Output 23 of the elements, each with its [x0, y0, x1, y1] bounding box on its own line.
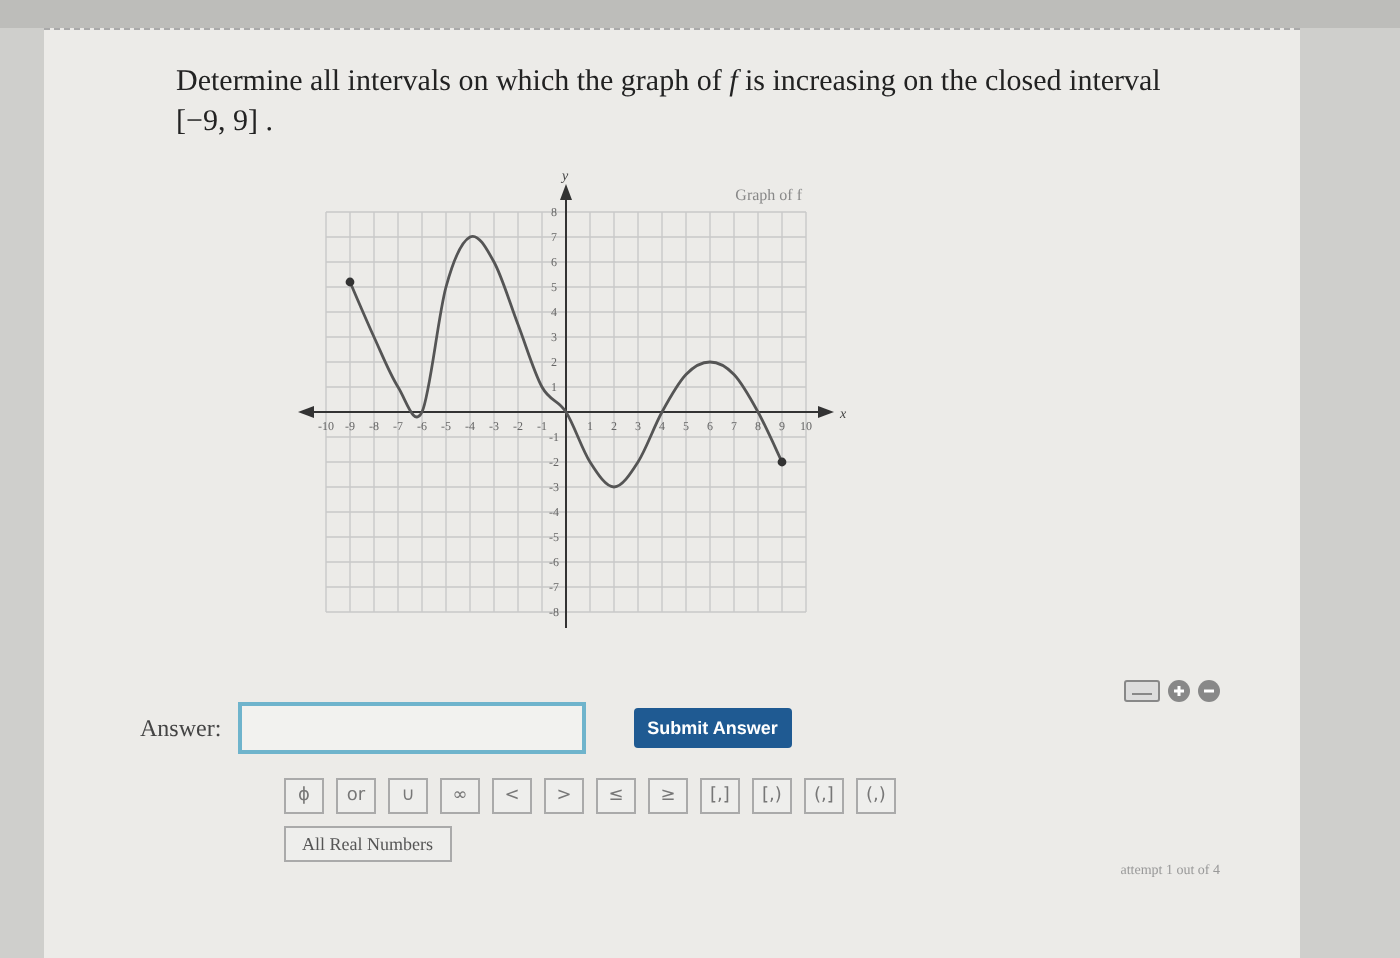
- symbol-key[interactable]: ≤: [596, 778, 636, 814]
- endpoint-dot: [777, 457, 787, 467]
- symbol-key[interactable]: >: [544, 778, 584, 814]
- keyboard-icon[interactable]: [1124, 680, 1160, 702]
- symbol-key[interactable]: <: [492, 778, 532, 814]
- question-text: Determine all intervals on which the graph of f is increasing on the closed interval [−9, 9] .: [176, 64, 1163, 142]
- submit-answer-button[interactable]: Submit Answer: [633, 708, 792, 748]
- symbol-key[interactable]: (,]: [804, 778, 844, 814]
- symbol-key[interactable]: or: [336, 778, 376, 814]
- symbol-key[interactable]: ≥: [648, 778, 688, 814]
- plus-icon[interactable]: [1168, 680, 1190, 702]
- all-real-numbers-button[interactable]: All Real Numbers: [284, 826, 451, 862]
- answer-label: Answer:: [140, 713, 222, 743]
- graph-title: Graph of f: [735, 186, 802, 204]
- symbol-key[interactable]: ∞: [440, 778, 480, 814]
- symbol-key[interactable]: (,): [856, 778, 896, 814]
- symbol-key[interactable]: [,): [752, 778, 792, 814]
- symbol-key[interactable]: ϕ: [284, 778, 324, 814]
- symbol-key[interactable]: [,]: [700, 778, 740, 814]
- endpoint-dot: [345, 277, 355, 287]
- symbol-key[interactable]: ∪: [388, 778, 428, 814]
- answer-field[interactable]: [237, 702, 586, 754]
- minus-icon[interactable]: [1198, 680, 1220, 702]
